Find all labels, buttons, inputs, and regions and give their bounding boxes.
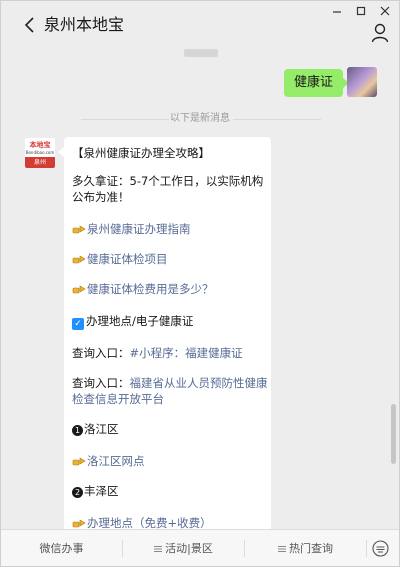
back-arrow-icon[interactable] <box>23 16 37 34</box>
bot-avatar-logo-text: 本地宝 <box>29 141 51 149</box>
bottom-menu: 微信办事 活动|景区 热门查询 <box>1 529 399 566</box>
query2-label: 查询入口： <box>72 376 130 390</box>
query1-link[interactable]: #小程序：福建健康证 <box>130 346 243 360</box>
timestamp-chip <box>184 49 218 57</box>
maximize-icon[interactable] <box>353 4 369 18</box>
pointing-hand-icon <box>72 225 86 234</box>
checkbox-icon: ✓ <box>72 318 84 330</box>
menu-hot-queries-label: 热门查询 <box>289 542 333 555</box>
district1-link-row[interactable]: 洛江区网点 <box>72 453 268 469</box>
incoming-message: 【泉州健康证办理全攻略】 多久拿证：5-7个工作日，以实际机构公布为准！ 泉州健… <box>58 137 271 529</box>
section-location-label: 办理地点/电子健康证 <box>86 314 194 328</box>
exam-items-link[interactable]: 健康证体检项目 <box>87 252 168 266</box>
pointing-hand-icon <box>72 255 86 264</box>
district1-label: 洛江区 <box>84 422 119 436</box>
message-title: 【泉州健康证办理全攻略】 <box>72 146 210 160</box>
divider-text: 以下是新消息 <box>170 113 230 124</box>
divider-line-right <box>233 119 321 120</box>
district1-heading: 1 洛江区 <box>72 421 268 437</box>
district2-link-row[interactable]: 办理地点（免费+收费） <box>72 515 268 529</box>
user-avatar[interactable] <box>347 67 377 97</box>
pointing-hand-icon <box>72 457 86 466</box>
menu-separator <box>366 540 367 557</box>
menu-activities-label: 活动|景区 <box>165 542 213 555</box>
pointing-hand-icon <box>72 519 86 528</box>
submenu-icon <box>154 546 163 552</box>
minimize-icon[interactable] <box>329 4 345 18</box>
message-duration: 多久拿证：5-7个工作日，以实际机构公布为准！ <box>72 174 264 204</box>
fee-link-row[interactable]: 健康证体检费用是多少？ <box>72 281 268 297</box>
close-icon[interactable] <box>377 4 393 18</box>
bot-avatar[interactable]: 本地宝 Bendibao.com 泉州 <box>24 137 56 169</box>
query1-row: 查询入口：#小程序：福建健康证 <box>72 345 268 361</box>
bot-avatar-subtext: Bendibao.com <box>25 150 55 155</box>
query2-row: 查询入口：福建省从业人员预防性健康检查信息开放平台 <box>72 375 268 407</box>
district1-link[interactable]: 洛江区网点 <box>87 454 145 468</box>
district2-link[interactable]: 办理地点（免费+收费） <box>87 516 212 529</box>
submenu-icon <box>278 546 286 552</box>
pointing-hand-icon <box>72 285 86 294</box>
query1-label: 查询入口： <box>72 346 130 360</box>
title-bar: 泉州本地宝 <box>1 1 399 49</box>
district2-label: 丰泽区 <box>84 484 119 498</box>
exam-fee-link[interactable]: 健康证体检费用是多少？ <box>87 282 214 296</box>
new-messages-divider: 以下是新消息 <box>1 111 399 127</box>
menu-wechat-services[interactable]: 微信办事 <box>1 530 122 566</box>
menu-activities[interactable]: 活动|景区 <box>123 530 244 566</box>
keyboard-toggle-icon[interactable] <box>372 540 389 557</box>
chat-window: 泉州本地宝 健康证 以下是新消息 本地宝 Bendibao.com 泉州 【泉州… <box>0 0 400 567</box>
guide-link[interactable]: 泉州健康证办理指南 <box>87 222 191 236</box>
chat-area[interactable]: 健康证 以下是新消息 本地宝 Bendibao.com 泉州 【泉州健康证办理全… <box>1 49 399 529</box>
items-link-row[interactable]: 健康证体检项目 <box>72 251 268 267</box>
menu-hot-queries[interactable]: 热门查询 <box>245 530 366 566</box>
number-2-icon: 2 <box>72 487 83 498</box>
district2-heading: 2 丰泽区 <box>72 483 268 499</box>
bot-avatar-city: 泉州 <box>25 157 55 168</box>
chat-scrollbar[interactable] <box>391 404 396 464</box>
person-icon[interactable] <box>371 23 389 43</box>
outgoing-message[interactable]: 健康证 <box>283 69 350 97</box>
number-1-icon: 1 <box>72 425 83 436</box>
guide-link-row[interactable]: 泉州健康证办理指南 <box>72 221 268 237</box>
page-title: 泉州本地宝 <box>44 15 125 34</box>
section-location: ✓ 办理地点/电子健康证 <box>72 313 268 330</box>
